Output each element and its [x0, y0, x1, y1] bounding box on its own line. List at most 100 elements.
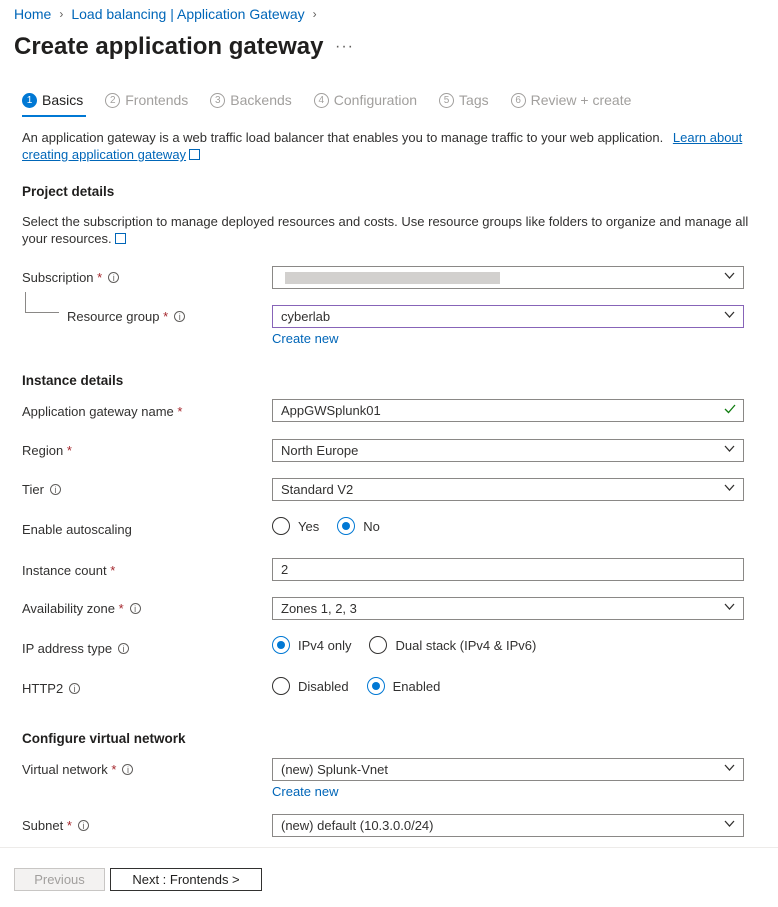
chevron-down-icon [724, 482, 735, 491]
tab-tags[interactable]: 5 Tags [439, 92, 489, 108]
step-label: Review + create [530, 92, 632, 108]
region-dropdown[interactable]: North Europe [272, 439, 744, 462]
resource-group-value: cyberlab [281, 309, 331, 324]
ipv4-only-option[interactable]: IPv4 only [272, 636, 351, 654]
option-label: Enabled [392, 678, 441, 694]
info-icon[interactable]: i [129, 603, 141, 614]
learn-more-link[interactable]: Learn about [673, 130, 742, 145]
resource-group-dropdown[interactable]: cyberlab [272, 305, 744, 328]
info-icon[interactable]: i [49, 484, 61, 495]
info-icon[interactable]: i [69, 683, 81, 694]
step-label: Tags [459, 92, 489, 108]
radio-button-selected[interactable] [366, 677, 385, 695]
subnet-label-text: Subnet [22, 818, 64, 833]
tab-configuration[interactable]: 4 Configuration [313, 92, 417, 108]
tab-backends[interactable]: 3 Backends [210, 92, 292, 108]
ip-address-type-radio-group: IPv4 only Dual stack (IPv4 & IPv6) [272, 636, 544, 654]
previous-button[interactable]: Previous [14, 868, 105, 891]
info-icon[interactable]: i [122, 764, 134, 775]
breadcrumb-load-balancing[interactable]: Load balancing | Application Gateway [71, 6, 304, 22]
tree-connector-vertical [25, 292, 26, 312]
tab-review-create[interactable]: 6 Review + create [510, 92, 632, 108]
step-number: 6 [510, 92, 526, 108]
chevron-down-icon [724, 818, 735, 827]
resource-group-label: Resource group * i [67, 309, 186, 324]
info-icon[interactable]: i [174, 311, 186, 322]
option-label: Dual stack (IPv4 & IPv6) [395, 637, 537, 653]
more-options-icon[interactable]: ··· [335, 38, 354, 56]
step-label: Basics [42, 92, 84, 108]
autoscaling-radio-group: Yes No [272, 517, 388, 535]
autoscaling-no-option[interactable]: No [337, 517, 380, 535]
tier-label-text: Tier [22, 482, 44, 497]
dual-stack-option[interactable]: Dual stack (IPv4 & IPv6) [369, 636, 536, 654]
virtual-network-value: (new) Splunk-Vnet [281, 762, 388, 777]
radio-button[interactable] [272, 677, 290, 695]
gateway-name-input[interactable]: AppGWSplunk01 [272, 399, 744, 422]
step-number: 3 [210, 92, 226, 108]
tier-dropdown[interactable]: Standard V2 [272, 478, 744, 501]
info-icon[interactable]: i [77, 820, 89, 831]
radio-button-selected[interactable] [337, 517, 356, 535]
step-label: Frontends [125, 92, 189, 108]
project-details-heading: Project details [22, 184, 115, 199]
option-label: Disabled [298, 678, 349, 694]
tab-frontends[interactable]: 2 Frontends [105, 92, 188, 108]
breadcrumb-home[interactable]: Home [14, 6, 51, 22]
radio-button-selected[interactable] [272, 636, 290, 654]
step-number: 2 [105, 92, 121, 108]
instance-count-input[interactable]: 2 [272, 558, 744, 581]
ip-address-type-label-text: IP address type [22, 641, 113, 656]
subscription-label: Subscription * i [22, 270, 120, 285]
subscription-label-text: Subscription [22, 270, 94, 285]
project-description-text: Select the subscription to manage deploy… [22, 214, 749, 246]
subscription-dropdown[interactable] [272, 266, 744, 289]
ip-address-type-label: IP address type i [22, 641, 130, 656]
step-number: 1 [22, 92, 37, 108]
create-new-resource-group-link[interactable]: Create new [272, 331, 338, 346]
create-new-vnet-link[interactable]: Create new [272, 784, 338, 799]
virtual-network-dropdown[interactable]: (new) Splunk-Vnet [272, 758, 744, 781]
instance-count-label: Instance count * [22, 563, 116, 578]
http2-disabled-option[interactable]: Disabled [272, 677, 349, 695]
gateway-name-label-text: Application gateway name [22, 404, 174, 419]
option-label: Yes [298, 518, 320, 534]
intro-text: An application gateway is a web traffic … [22, 130, 664, 145]
instance-details-heading: Instance details [22, 373, 124, 388]
chevron-down-icon [724, 762, 735, 771]
http2-enabled-option[interactable]: Enabled [366, 677, 441, 695]
gateway-name-label: Application gateway name * [22, 404, 183, 419]
project-description: Select the subscription to manage deploy… [22, 213, 757, 247]
active-tab-indicator [22, 115, 86, 117]
intro-description: An application gateway is a web traffic … [22, 129, 752, 163]
virtual-network-label-text: Virtual network [22, 762, 108, 777]
checkmark-icon [724, 403, 736, 414]
info-icon[interactable]: i [118, 643, 130, 654]
autoscaling-yes-option[interactable]: Yes [272, 517, 319, 535]
learn-more-link-continued[interactable]: creating application gateway [22, 147, 186, 162]
radio-button[interactable] [272, 517, 290, 535]
next-frontends-button[interactable]: Next : Frontends > [110, 868, 262, 891]
chevron-down-icon [724, 443, 735, 452]
availability-zone-value: Zones 1, 2, 3 [281, 601, 357, 616]
radio-button[interactable] [369, 636, 388, 654]
page-title: Create application gateway [14, 33, 324, 60]
instance-count-value: 2 [281, 562, 289, 577]
subnet-value: (new) default (10.3.0.0/24) [281, 818, 434, 833]
availability-zone-label-text: Availability zone [22, 601, 115, 616]
tab-basics[interactable]: 1 Basics [22, 92, 83, 108]
tier-label: Tier i [22, 482, 61, 497]
option-label: No [363, 518, 380, 534]
chevron-right-icon: › [312, 7, 317, 21]
availability-zone-dropdown[interactable]: Zones 1, 2, 3 [272, 597, 744, 620]
external-link-icon [189, 149, 201, 160]
step-number: 5 [439, 92, 455, 108]
footer-divider [0, 847, 778, 848]
instance-count-label-text: Instance count [22, 563, 107, 578]
tree-connector-horizontal [25, 312, 59, 313]
info-icon[interactable]: i [108, 272, 120, 283]
tier-value: Standard V2 [281, 482, 354, 497]
virtual-network-heading: Configure virtual network [22, 731, 186, 746]
subnet-label: Subnet * i [22, 818, 89, 833]
subnet-dropdown[interactable]: (new) default (10.3.0.0/24) [272, 814, 744, 837]
